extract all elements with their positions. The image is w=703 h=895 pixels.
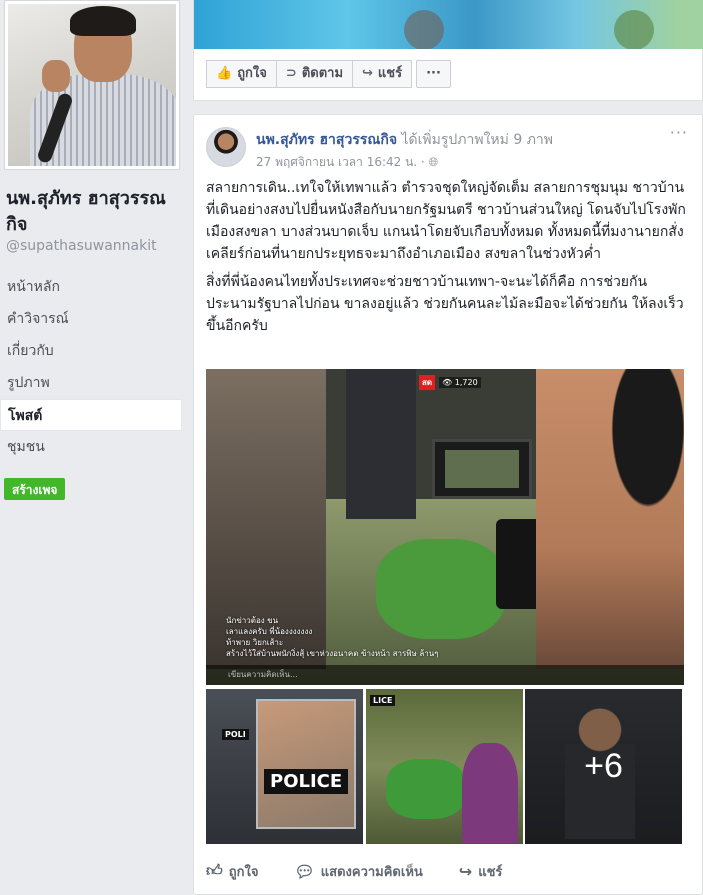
post-header: นพ.สุภัทร ฮาสุวรรณกิจ ได้เพิ่มรูปภาพใหม่… bbox=[256, 129, 553, 151]
share-arrow-icon: ↪ bbox=[458, 861, 473, 881]
more-icon: ··· bbox=[426, 66, 441, 81]
photo-thumbnail-more[interactable]: +6 bbox=[525, 689, 682, 844]
like-page-label: ถูกใจ bbox=[237, 66, 267, 81]
nav-item-reviews[interactable]: คำวิจารณ์ bbox=[0, 303, 182, 335]
post-options-button[interactable]: ··· bbox=[670, 123, 688, 142]
police-label: POLICE bbox=[264, 769, 349, 794]
overlay-line: นักข่าวต้อง ขน bbox=[226, 616, 279, 625]
previous-post-card: 👍 ถูกใจ ⊃ ติดตาม ↪ แชร์ ··· bbox=[193, 0, 703, 101]
share-label: แชร์ bbox=[478, 864, 503, 880]
post-paragraph: สิ่งที่พี่น้องคนไทยทั้งประเทศจะช่วยชาวบ้… bbox=[206, 274, 684, 334]
speech-bubble-icon: 💬︎ bbox=[294, 861, 315, 881]
post-paragraph: สลายการเดิน..เทใจให้เทพาแล้ว ตำรวจชุดใหญ… bbox=[206, 180, 686, 262]
follow-page-button[interactable]: ⊃ ติดตาม bbox=[276, 60, 354, 88]
nav-item-community[interactable]: ชุมชน bbox=[0, 431, 182, 463]
globe-icon: 🌐︎ bbox=[428, 155, 439, 169]
comment-button[interactable]: 💬︎ แสดงความคิดเห็น bbox=[294, 861, 422, 882]
overlay-line: ท้าพาย วิยกเส้าะ bbox=[226, 638, 284, 647]
profile-picture-image bbox=[8, 4, 176, 166]
post-body: สลายการเดิน..เทใจให้เทพาแล้ว ตำรวจชุดใหญ… bbox=[206, 177, 690, 337]
main-photo[interactable]: สด 👁 1,720 นักข่าวต้อง ขน เลาแลงครับ พี่… bbox=[206, 369, 684, 685]
more-photos-count: +6 bbox=[584, 747, 623, 785]
share-arrow-icon: ↪ bbox=[362, 66, 373, 81]
live-badge: สด 👁 1,720 bbox=[419, 375, 481, 390]
comment-label: แสดงความคิดเห็น bbox=[320, 864, 423, 880]
nav-item-posts[interactable]: โพสต์ bbox=[0, 399, 182, 431]
share-page-label: แชร์ bbox=[377, 66, 403, 81]
overlay-line: สร้างไว้ใส่บ้านพนักงิ่งสุ้ เขาห่วงอนาคต … bbox=[226, 649, 439, 658]
previous-post-image[interactable] bbox=[194, 0, 703, 49]
share-button[interactable]: ↪ แชร์ bbox=[459, 861, 503, 882]
post-action-bar: 👍︎ ถูกใจ 💬︎ แสดงความคิดเห็น ↪ แชร์ bbox=[206, 853, 690, 889]
page-title[interactable]: นพ.สุภัทร ฮาสุวรรณกิจ bbox=[6, 186, 186, 238]
post-card: นพ.สุภัทร ฮาสุวรรณกิจ ได้เพิ่มรูปภาพใหม่… bbox=[193, 114, 703, 895]
page-action-bar: 👍 ถูกใจ ⊃ ติดตาม ↪ แชร์ ··· bbox=[206, 60, 451, 88]
post-action-text: ได้เพิ่มรูปภาพใหม่ 9 ภาพ bbox=[401, 132, 554, 148]
live-label: สด bbox=[419, 375, 436, 390]
viewer-count: 👁 1,720 bbox=[439, 377, 481, 388]
photo-thumbnail[interactable]: LICE bbox=[366, 689, 523, 844]
like-label: ถูกใจ bbox=[228, 864, 259, 880]
share-page-button[interactable]: ↪ แชร์ bbox=[353, 60, 413, 88]
overlay-line: เลาแลงครับ พี่น้องงงงงงง bbox=[226, 627, 313, 636]
profile-picture[interactable] bbox=[4, 0, 180, 170]
nav-item-home[interactable]: หน้าหลัก bbox=[0, 271, 182, 303]
police-label-small: POLI bbox=[222, 729, 249, 740]
create-page-button[interactable]: สร้างเพจ bbox=[4, 478, 66, 500]
thumbs-up-icon: 👍 bbox=[216, 66, 233, 81]
like-page-button[interactable]: 👍 ถูกใจ bbox=[206, 60, 277, 88]
nav-item-about[interactable]: เกี่ยวกับ bbox=[0, 335, 182, 367]
police-label-small: LICE bbox=[370, 695, 396, 706]
photo-comment-bar: เขียนความคิดเห็น... bbox=[206, 665, 684, 685]
photo-thumbnail[interactable]: POLI POLICE bbox=[206, 689, 363, 844]
follow-page-label: ติดตาม bbox=[301, 66, 344, 81]
page-handle[interactable]: @supathasuwannakit bbox=[6, 238, 157, 254]
page-nav: หน้าหลัก คำวิจารณ์ เกี่ยวกับ รูปภาพ โพสต… bbox=[0, 271, 182, 463]
post-timestamp[interactable]: 27 พฤศจิกายน เวลา 16:42 น. · 🌐︎ bbox=[256, 153, 438, 172]
rss-icon: ⊃ bbox=[285, 66, 297, 81]
photo-overlay-text: นักข่าวต้อง ขน เลาแลงครับ พี่น้องงงงงงง … bbox=[226, 615, 439, 659]
nav-item-photos[interactable]: รูปภาพ bbox=[0, 367, 182, 399]
like-button[interactable]: 👍︎ ถูกใจ bbox=[206, 861, 258, 882]
thumbs-up-icon: 👍︎ bbox=[206, 861, 223, 880]
more-options-button[interactable]: ··· bbox=[416, 60, 451, 88]
author-avatar[interactable] bbox=[206, 127, 246, 167]
author-name[interactable]: นพ.สุภัทร ฮาสุวรรณกิจ bbox=[256, 132, 397, 148]
timestamp-text: 27 พฤศจิกายน เวลา 16:42 น. · bbox=[256, 155, 429, 169]
